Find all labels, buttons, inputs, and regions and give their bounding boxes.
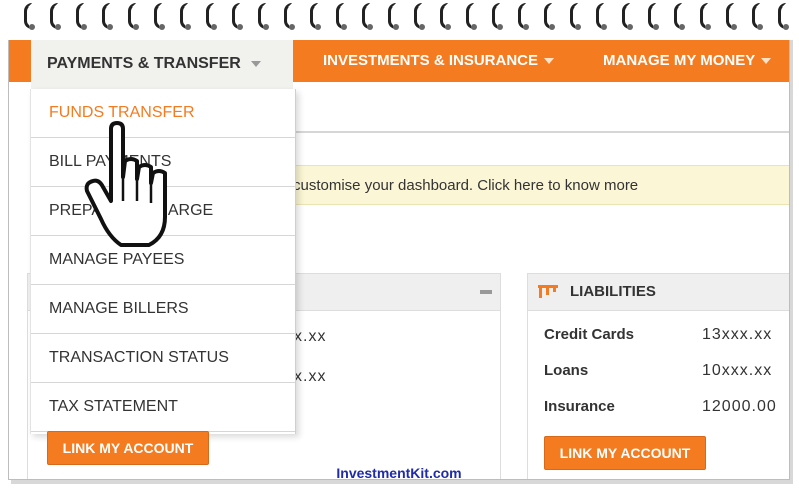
assets-link-account-button[interactable]: LINK MY ACCOUNT	[47, 431, 209, 465]
nav-payments-transfer[interactable]: PAYMENTS & TRANSFER	[31, 39, 293, 89]
liabilities-panel: LIABILITIES Credit Cards 13xxx.xx Loans …	[527, 273, 789, 479]
liability-row: Credit Cards 13xxx.xx	[544, 326, 789, 350]
liabilities-icon	[538, 285, 558, 298]
divider	[289, 131, 789, 133]
spiral-ring	[154, 3, 165, 30]
spiral-ring	[50, 3, 61, 30]
nav-label: MANAGE MY MONEY	[603, 52, 756, 69]
spiral-ring	[388, 3, 399, 30]
nav-investments-insurance[interactable]: INVESTMENTS & INSURANCE	[323, 39, 555, 82]
pointing-hand-cursor-icon	[84, 121, 167, 247]
spiral-ring	[752, 3, 763, 30]
caret-down-icon	[761, 58, 772, 65]
spiral-ring	[700, 3, 711, 30]
spiral-ring	[258, 3, 269, 30]
spiral-ring	[596, 3, 607, 30]
menu-item-transaction-status[interactable]: TRANSACTION STATUS	[31, 334, 295, 383]
nav-label: PAYMENTS & TRANSFER	[47, 55, 241, 72]
spiral-ring	[180, 3, 191, 30]
liabilities-panel-header: LIABILITIES	[528, 274, 789, 311]
spiral-ring	[440, 3, 451, 30]
spiral-ring	[466, 3, 477, 30]
spiral-ring	[102, 3, 113, 30]
spiral-binding	[0, 0, 799, 40]
spiral-ring	[674, 3, 685, 30]
spiral-ring	[492, 3, 503, 30]
spiral-ring	[206, 3, 217, 30]
spiral-ring	[24, 3, 35, 30]
spiral-ring	[414, 3, 425, 30]
liability-label: Credit Cards	[544, 326, 635, 343]
spiral-ring	[570, 3, 581, 30]
spiral-ring	[518, 3, 529, 30]
spiral-ring	[232, 3, 243, 30]
spiral-ring	[336, 3, 347, 30]
spiral-ring	[76, 3, 87, 30]
nav-label: INVESTMENTS & INSURANCE	[323, 52, 539, 69]
spiral-ring	[128, 3, 139, 30]
spiral-ring	[310, 3, 321, 30]
customise-dashboard-notice[interactable]: customise your dashboard. Click here to …	[289, 165, 789, 205]
caret-down-icon	[544, 58, 555, 65]
liability-value: 10xxx.xx	[702, 362, 773, 379]
spiral-ring	[778, 3, 789, 30]
menu-item-manage-billers[interactable]: MANAGE BILLERS	[31, 285, 295, 334]
liability-label: Insurance	[544, 398, 615, 415]
spiral-ring	[544, 3, 555, 30]
spiral-ring	[362, 3, 373, 30]
liability-row: Insurance 12000.00	[544, 398, 789, 422]
liability-value: 13xxx.xx	[702, 326, 773, 343]
liabilities-title: LIABILITIES	[570, 283, 656, 300]
notice-text: customise your dashboard. Click here to …	[293, 177, 639, 194]
liability-value: 12000.00	[702, 398, 777, 415]
liability-row: Loans 10xxx.xx	[544, 362, 789, 386]
spiral-ring	[726, 3, 737, 30]
spiral-ring	[284, 3, 295, 30]
footer-watermark: InvestmentKit.com	[336, 465, 462, 480]
caret-down-icon	[250, 60, 261, 67]
spiral-ring	[648, 3, 659, 30]
asset-value: x.xx	[294, 368, 327, 385]
menu-item-tax-statement[interactable]: TAX STATEMENT	[31, 383, 295, 432]
spiral-ring	[622, 3, 633, 30]
liability-label: Loans	[544, 362, 589, 379]
asset-value: x.xx	[294, 328, 327, 345]
nav-manage-my-money[interactable]: MANAGE MY MONEY	[603, 39, 772, 82]
minimize-icon[interactable]	[480, 290, 492, 294]
notebook-page: INVESTMENTS & INSURANCE MANAGE MY MONEY …	[8, 8, 790, 480]
